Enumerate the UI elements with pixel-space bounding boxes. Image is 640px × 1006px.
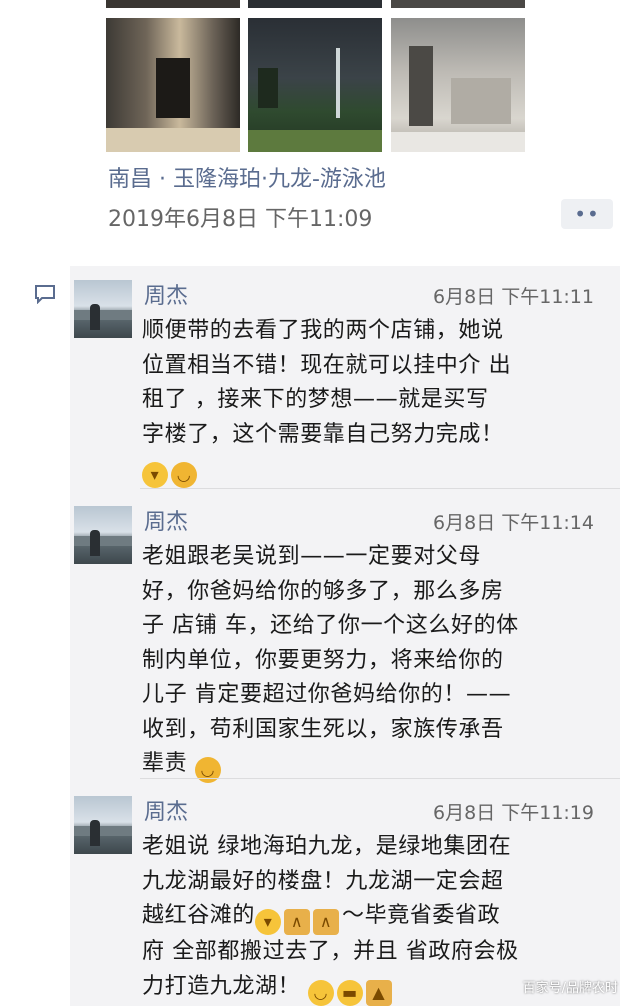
emoji-line: ▾ ◡: [142, 452, 604, 488]
comment-line: 好，你爸妈给你的够多了，那么多房: [142, 578, 504, 604]
comment-line: 辈责: [142, 751, 188, 776]
avatar[interactable]: [74, 506, 132, 564]
avatar[interactable]: [74, 280, 132, 338]
comment-line: 租了 ，接来下的梦想——就是买写: [142, 387, 489, 412]
photo-row-above: [106, 0, 240, 8]
comment-divider: [140, 778, 620, 779]
comment-line: 府 全部都搬过去了，并且 省政府会极: [142, 939, 519, 964]
comment-line: 子 店铺 车，还给了你一个这么好的体: [142, 613, 519, 638]
comment-divider: [140, 488, 620, 489]
grin-emoji-icon: ▾: [255, 909, 282, 935]
pray-icon: ∧: [284, 909, 311, 935]
grin-emoji-icon: ▾: [142, 462, 168, 488]
comment-line: 力打造九龙湖！: [142, 973, 301, 999]
comment-line: 越红谷滩的: [142, 903, 256, 928]
tongue-emoji-icon: ◡: [194, 757, 221, 783]
comment-icon: [35, 285, 55, 304]
post-location[interactable]: 南昌 · 玉隆海珀·九龙-游泳池: [108, 161, 386, 193]
comment-line: 儿子 肯定要超过你爸妈给你的！——: [142, 682, 512, 707]
post-timestamp: 2019年6月8日 下午11:09: [108, 207, 373, 232]
commenter-name[interactable]: 周杰: [144, 278, 188, 310]
comment-text: 顺便带的去看了我的两个店铺，她说 位置相当不错！现在就可以挂中介 出 租了 ，接…: [142, 314, 604, 488]
comment-time: 6月8日 下午11:14: [433, 512, 594, 534]
comment-line: 字楼了，这个需要靠自己努力完成！: [142, 421, 504, 447]
sunglasses-emoji-icon: ▬: [336, 979, 363, 1006]
comment-line: 制内单位，你要更努力，将来给你的: [142, 647, 504, 673]
photo-night-garden[interactable]: [248, 18, 382, 152]
comment-line: 九龙湖最好的楼盘！九龙湖一定会超: [142, 868, 504, 894]
comment-line: 顺便带的去看了我的两个店铺，她说: [142, 318, 504, 343]
watermark: 百家号/品牌农时: [522, 981, 618, 996]
comment-line: 老姐说 绿地海珀九龙，是绿地集团在: [142, 834, 512, 859]
tongue-emoji-icon: ◡: [171, 462, 197, 488]
commenter-name[interactable]: 周杰: [144, 504, 188, 536]
comment-line-with-emoji: 越红谷滩的 ▾ ∧ ∧ ～毕竟省委省政: [142, 899, 604, 935]
comment-line: 老姐跟老吴说到——一定要对父母: [142, 544, 482, 569]
photo-lobby[interactable]: [391, 18, 525, 152]
comment-text: 老姐跟老吴说到——一定要对父母 好，你爸妈给你的够多了，那么多房 子 店铺 车，…: [142, 540, 604, 783]
photo-row-above: [248, 0, 382, 8]
comment-time: 6月8日 下午11:19: [433, 802, 594, 824]
comment-line: 位置相当不错！现在就可以挂中介 出: [142, 352, 512, 378]
more-options-button[interactable]: ••: [561, 199, 613, 229]
pray-icon: ∧: [313, 909, 340, 935]
comment-time: 6月8日 下午11:11: [433, 286, 594, 308]
commenter-name[interactable]: 周杰: [144, 794, 188, 826]
smile-emoji-icon: ◡: [307, 979, 334, 1006]
avatar[interactable]: [74, 796, 132, 854]
photo-grid: [106, 0, 526, 152]
thumbs-up-icon: ▲: [365, 979, 392, 1006]
photo-hallway[interactable]: [106, 18, 240, 152]
photo-row-above: [391, 0, 525, 8]
comment-line: ～毕竟省委省政: [342, 903, 501, 928]
comment-line: 收到，苟利国家生死以，家族传承吾: [142, 716, 504, 742]
